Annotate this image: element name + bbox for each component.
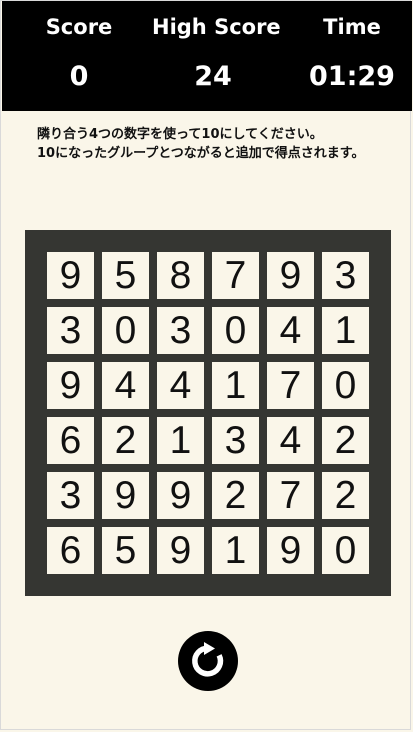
grid-cell[interactable]: 3 <box>157 307 204 354</box>
time-value: 01:29 <box>309 61 395 92</box>
grid-cell[interactable]: 2 <box>322 417 369 464</box>
grid-cell[interactable]: 5 <box>102 252 149 299</box>
number-grid: 958793303041944170621342399272659190 <box>47 252 369 574</box>
grid-cell[interactable]: 5 <box>102 527 149 574</box>
grid-cell[interactable]: 9 <box>157 472 204 519</box>
score-value: 0 <box>69 61 89 92</box>
time-label: Time <box>323 15 381 39</box>
instructions: 隣り合う4つの数字を使って10にしてください。 10になったグループとつながると… <box>37 125 377 163</box>
grid-cell[interactable]: 2 <box>322 472 369 519</box>
grid-cell[interactable]: 9 <box>157 527 204 574</box>
game-board: 958793303041944170621342399272659190 <box>25 230 391 596</box>
high-score-label: High Score <box>152 15 281 39</box>
grid-cell[interactable]: 0 <box>212 307 259 354</box>
grid-cell[interactable]: 8 <box>157 252 204 299</box>
grid-cell[interactable]: 0 <box>322 362 369 409</box>
grid-cell[interactable]: 1 <box>212 362 259 409</box>
score-label: Score <box>45 15 113 39</box>
grid-cell[interactable]: 2 <box>212 472 259 519</box>
grid-cell[interactable]: 9 <box>267 252 314 299</box>
grid-cell[interactable]: 4 <box>102 362 149 409</box>
grid-cell[interactable]: 4 <box>267 307 314 354</box>
app-frame: Score 0 High Score 24 Time 01:29 隣り合う4つの… <box>0 0 412 730</box>
grid-cell[interactable]: 3 <box>47 472 94 519</box>
grid-cell[interactable]: 0 <box>102 307 149 354</box>
grid-cell[interactable]: 7 <box>212 252 259 299</box>
grid-cell[interactable]: 1 <box>212 527 259 574</box>
grid-cell[interactable]: 7 <box>267 472 314 519</box>
grid-cell[interactable]: 9 <box>47 362 94 409</box>
grid-cell[interactable]: 7 <box>267 362 314 409</box>
grid-cell[interactable]: 3 <box>47 307 94 354</box>
grid-cell[interactable]: 1 <box>322 307 369 354</box>
reset-icon <box>192 642 224 677</box>
grid-cell[interactable]: 9 <box>102 472 149 519</box>
grid-cell[interactable]: 1 <box>157 417 204 464</box>
instruction-line-1: 隣り合う4つの数字を使って10にしてください。 <box>37 127 323 142</box>
score-header: Score 0 High Score 24 Time 01:29 <box>2 1 412 111</box>
high-score-value: 24 <box>194 61 232 92</box>
grid-cell[interactable]: 2 <box>102 417 149 464</box>
grid-cell[interactable]: 9 <box>267 527 314 574</box>
grid-cell[interactable]: 3 <box>322 252 369 299</box>
grid-cell[interactable]: 9 <box>47 252 94 299</box>
grid-cell[interactable]: 4 <box>157 362 204 409</box>
reset-button[interactable] <box>178 631 238 691</box>
grid-cell[interactable]: 6 <box>47 527 94 574</box>
grid-cell[interactable]: 0 <box>322 527 369 574</box>
grid-cell[interactable]: 3 <box>212 417 259 464</box>
instruction-line-2: 10になったグループとつながると追加で得点されます。 <box>37 146 365 161</box>
grid-cell[interactable]: 6 <box>47 417 94 464</box>
grid-cell[interactable]: 4 <box>267 417 314 464</box>
